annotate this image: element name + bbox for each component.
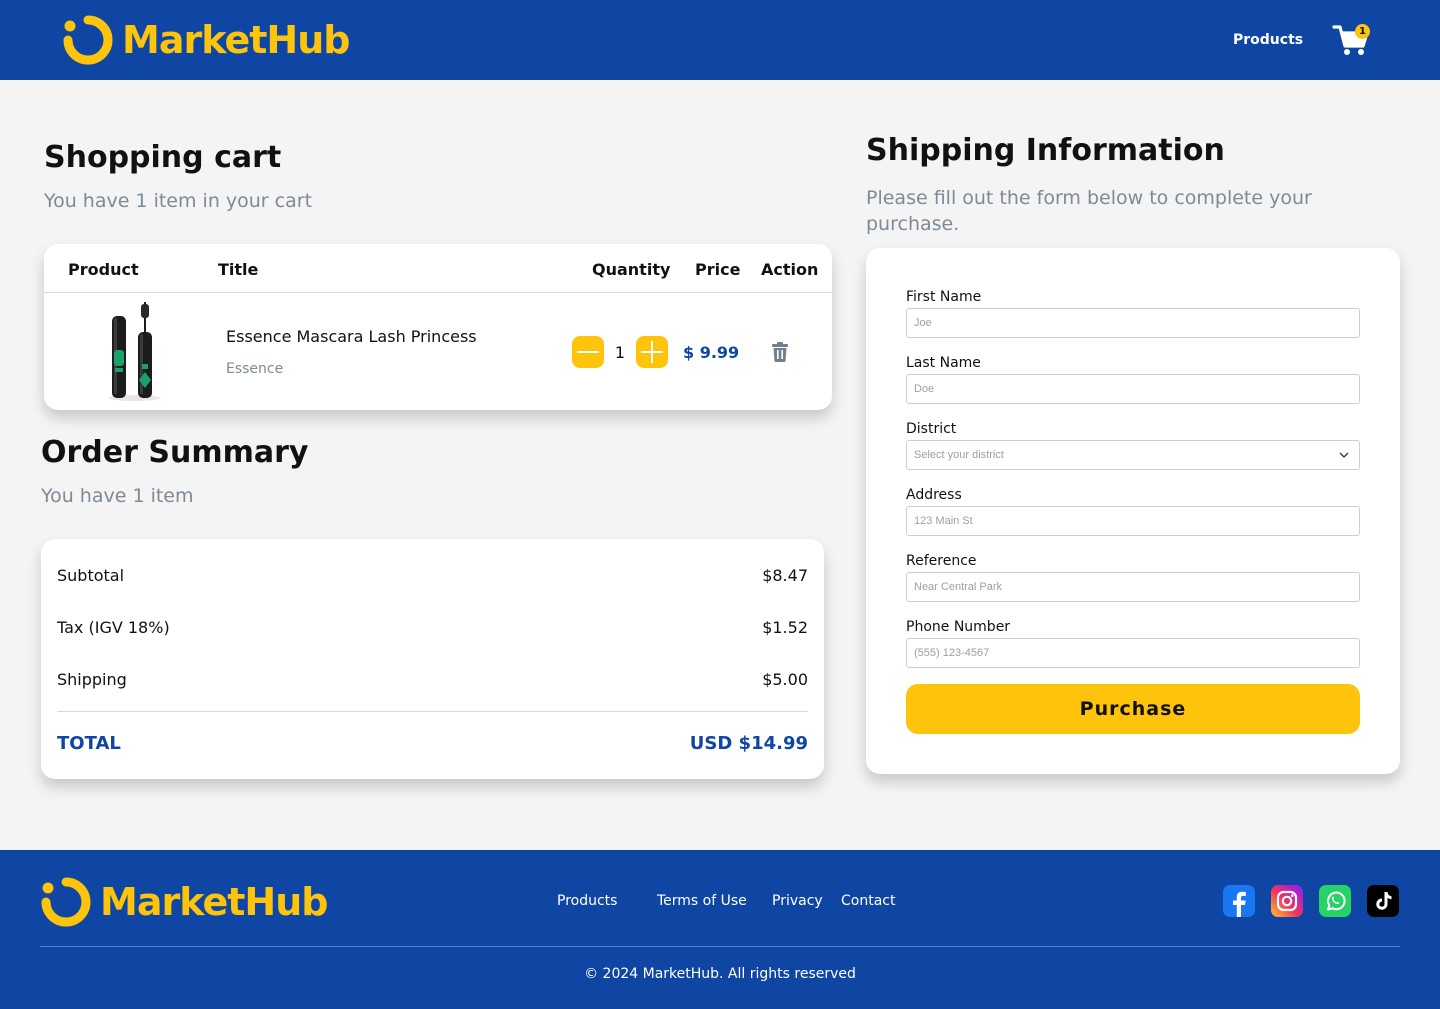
phone-field[interactable]	[906, 638, 1360, 668]
quantity-increase-button[interactable]	[636, 336, 668, 368]
cart-table-header: Product Title Quantity Price Action	[44, 244, 832, 293]
nav-products-link[interactable]: Products	[1233, 32, 1303, 48]
quantity-value: 1	[614, 343, 626, 362]
logo-mark-icon	[63, 15, 113, 65]
summary-divider	[57, 711, 808, 712]
subtotal-label: Subtotal	[57, 566, 125, 585]
column-product: Product	[68, 260, 139, 279]
reference-label: Reference	[906, 553, 977, 569]
district-select[interactable]: Select your district	[906, 440, 1360, 470]
whatsapp-icon[interactable]	[1319, 885, 1351, 917]
tiktok-icon[interactable]	[1367, 885, 1399, 917]
last-name-field[interactable]	[906, 374, 1360, 404]
shopping-cart-subtitle: You have 1 item in your cart	[44, 190, 313, 212]
product-brand: Essence	[226, 361, 284, 377]
shopping-cart-heading: Shopping cart	[44, 140, 282, 175]
footer-divider	[40, 946, 1400, 947]
reference-field[interactable]	[906, 572, 1360, 602]
footer-link-privacy[interactable]: Privacy	[772, 893, 823, 909]
purchase-button[interactable]: Purchase	[906, 684, 1360, 734]
address-field[interactable]	[906, 506, 1360, 536]
shipping-heading: Shipping Information	[866, 133, 1225, 168]
footer: MarketHub Products Terms of Use Privacy …	[0, 850, 1440, 1009]
phone-label: Phone Number	[906, 619, 1011, 635]
logo-wordmark: MarketHub	[100, 880, 328, 924]
address-label: Address	[906, 487, 962, 503]
total-value: USD $14.99	[689, 733, 808, 754]
cart-table: Product Title Quantity Price Action Esse…	[44, 244, 832, 410]
product-price: $ 9.99	[683, 343, 740, 362]
shipping-subtitle: Please fill out the form below to comple…	[866, 187, 1312, 235]
column-action: Action	[761, 260, 819, 279]
logo-mark-icon	[41, 877, 91, 927]
order-summary-card: Subtotal $8.47 Tax (IGV 18%) $1.52 Shipp…	[41, 539, 824, 779]
chevron-down-icon	[1339, 452, 1349, 458]
instagram-icon[interactable]	[1271, 885, 1303, 917]
column-quantity: Quantity	[592, 260, 671, 279]
footer-link-terms[interactable]: Terms of Use	[657, 893, 747, 909]
district-placeholder: Select your district	[914, 449, 1004, 461]
footer-logo[interactable]: MarketHub	[40, 876, 328, 928]
header-logo[interactable]: MarketHub	[62, 14, 350, 66]
tax-value: $1.52	[762, 618, 808, 637]
cart-count-badge: 1	[1355, 24, 1370, 39]
product-image	[108, 302, 160, 401]
first-name-field[interactable]	[906, 308, 1360, 338]
quantity-decrease-button[interactable]	[572, 336, 604, 368]
total-label: TOTAL	[57, 733, 121, 754]
district-label: District	[906, 421, 957, 437]
facebook-icon[interactable]	[1223, 885, 1255, 917]
product-title[interactable]: Essence Mascara Lash Princess	[226, 327, 477, 346]
logo-wordmark: MarketHub	[122, 18, 350, 62]
top-header: MarketHub Products 1	[0, 0, 1440, 80]
last-name-label: Last Name	[906, 355, 981, 371]
order-summary-subtitle: You have 1 item	[41, 485, 194, 507]
footer-link-products[interactable]: Products	[557, 893, 617, 909]
trash-icon[interactable]	[771, 342, 789, 362]
shipping-value: $5.00	[762, 670, 808, 689]
column-price: Price	[695, 260, 741, 279]
shipping-label: Shipping	[57, 670, 127, 689]
footer-link-contact[interactable]: Contact	[841, 893, 895, 909]
copyright-text: © 2024 MarketHub. All rights reserved	[584, 966, 856, 982]
column-title: Title	[218, 260, 259, 279]
first-name-label: First Name	[906, 289, 982, 305]
order-summary-heading: Order Summary	[41, 435, 309, 470]
shipping-form: First Name Last Name District Select you…	[866, 248, 1400, 774]
subtotal-value: $8.47	[762, 566, 808, 585]
tax-label: Tax (IGV 18%)	[57, 618, 170, 637]
